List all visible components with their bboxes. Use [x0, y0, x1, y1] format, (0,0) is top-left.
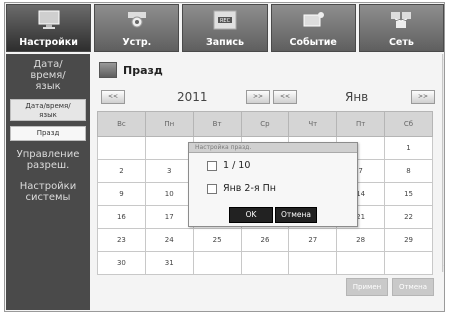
tab-label: Событие [289, 37, 337, 48]
calendar-day[interactable]: 10 [144, 182, 194, 206]
calendar-day[interactable]: 2 [97, 159, 146, 183]
tab-event[interactable]: Событие [270, 4, 356, 52]
option-label: 1 / 10 [223, 160, 251, 171]
calendar-day[interactable] [144, 136, 194, 160]
weekday-header: Вт [192, 111, 242, 137]
sidebar: Дата/ время/ язык Дата/время/ язык Празд… [6, 54, 90, 310]
calendar-day[interactable] [336, 251, 386, 275]
sidebar-item-permissions[interactable]: Управление разреш. [6, 149, 90, 171]
calendar-day[interactable] [97, 136, 146, 160]
apply-button[interactable]: Примен [346, 278, 388, 296]
weekday-header: Чт [288, 111, 338, 137]
calendar-day[interactable]: 16 [97, 205, 146, 229]
option-label: Янв 2-я Пн [223, 183, 276, 194]
event-icon [303, 12, 325, 27]
calendar-day[interactable]: 26 [240, 228, 290, 252]
weekday-header: Вс [97, 111, 146, 137]
page-title: Празд [99, 59, 163, 81]
checkbox[interactable] [207, 183, 217, 194]
monitor-icon [38, 10, 60, 29]
tab-device[interactable]: Устр. [94, 4, 180, 52]
calendar-day[interactable]: 30 [97, 251, 146, 275]
sidebar-item-datetime[interactable]: Дата/ время/ язык [6, 59, 90, 92]
calendar-day[interactable] [384, 251, 433, 275]
holiday-settings-dialog: Настройка празд. 1 / 10 Янв 2-я Пн OK От… [188, 142, 358, 227]
rec-icon: REC [213, 10, 237, 30]
tab-settings[interactable]: Настройки [6, 4, 92, 52]
calendar-day[interactable]: 3 [144, 159, 194, 183]
tab-record[interactable]: REC Запись [182, 4, 268, 52]
calendar-day[interactable]: 15 [384, 182, 433, 206]
dialog-ok-button[interactable]: OK [229, 207, 273, 223]
tab-label: Настройки [19, 37, 78, 48]
calendar-day[interactable] [240, 251, 290, 275]
tab-label: Сеть [388, 37, 414, 48]
tab-label: Запись [205, 37, 245, 48]
calendar-day[interactable]: 29 [384, 228, 433, 252]
weekday-header: Сб [384, 111, 433, 137]
weekday-header-row: Вс Пн Вт Ср Чт Пт Сб [97, 111, 433, 137]
svg-text:REC: REC [220, 18, 231, 24]
network-icon [391, 12, 412, 28]
next-month-button[interactable]: >> [411, 90, 435, 104]
sidebar-subitem-datetime[interactable]: Дата/время/ язык [10, 99, 86, 121]
calendar-day[interactable]: 8 [384, 159, 433, 183]
holiday-option-weekday[interactable]: Янв 2-я Пн [207, 183, 276, 194]
scroll-down-icon[interactable]: ▼ [443, 264, 445, 272]
next-year-button[interactable]: >> [246, 90, 270, 104]
tab-label: Устр. [122, 37, 152, 48]
checkbox[interactable] [207, 160, 217, 171]
weekday-header: Ср [240, 111, 290, 137]
calendar-day[interactable]: 25 [192, 228, 242, 252]
calendar-day[interactable]: 22 [384, 205, 433, 229]
calendar-day[interactable]: 31 [144, 251, 194, 275]
calendar-day[interactable]: 1 [384, 136, 433, 160]
vertical-scrollbar[interactable]: ▲ ▼ [442, 54, 445, 272]
year-label: 2011 [177, 90, 208, 104]
sidebar-item-system[interactable]: Настройки системы [6, 181, 90, 203]
calendar-day[interactable]: 28 [336, 228, 386, 252]
weekday-header: Пн [144, 111, 194, 137]
calendar-day[interactable] [288, 251, 338, 275]
prev-year-button[interactable]: << [101, 90, 125, 104]
dialog-cancel-button[interactable]: Отмена [275, 207, 317, 223]
scroll-up-icon[interactable]: ▲ [443, 54, 445, 62]
calendar-week-row: 30 31 [97, 251, 433, 275]
calendar-day[interactable]: 23 [97, 228, 146, 252]
month-label: Янв [345, 90, 369, 104]
holiday-option-date[interactable]: 1 / 10 [207, 160, 250, 171]
calendar-navigation: << 2011 >> << Янв >> [99, 90, 435, 106]
cancel-button[interactable]: Отмена [392, 278, 434, 296]
camera-icon [127, 12, 146, 28]
calendar-day[interactable]: 27 [288, 228, 338, 252]
sidebar-subitem-holiday[interactable]: Празд [10, 126, 86, 141]
calendar-day[interactable]: 24 [144, 228, 194, 252]
calendar-day[interactable]: 17 [144, 205, 194, 229]
calendar-week-row: 23 24 25 26 27 28 29 [97, 228, 433, 252]
calendar-day[interactable] [192, 251, 242, 275]
weekday-header: Пт [336, 111, 386, 137]
page-title-text: Празд [123, 63, 163, 77]
calendar-day[interactable]: 9 [97, 182, 146, 206]
top-menu-bar: Настройки Устр. REC Запись Событие Сеть [6, 4, 444, 52]
settings-window: Настройки Устр. REC Запись Событие Сеть … [4, 2, 445, 312]
dialog-title: Настройка празд. [189, 143, 357, 153]
prev-month-button[interactable]: << [273, 90, 297, 104]
tab-network[interactable]: Сеть [358, 4, 444, 52]
monitor-icon [99, 62, 117, 78]
